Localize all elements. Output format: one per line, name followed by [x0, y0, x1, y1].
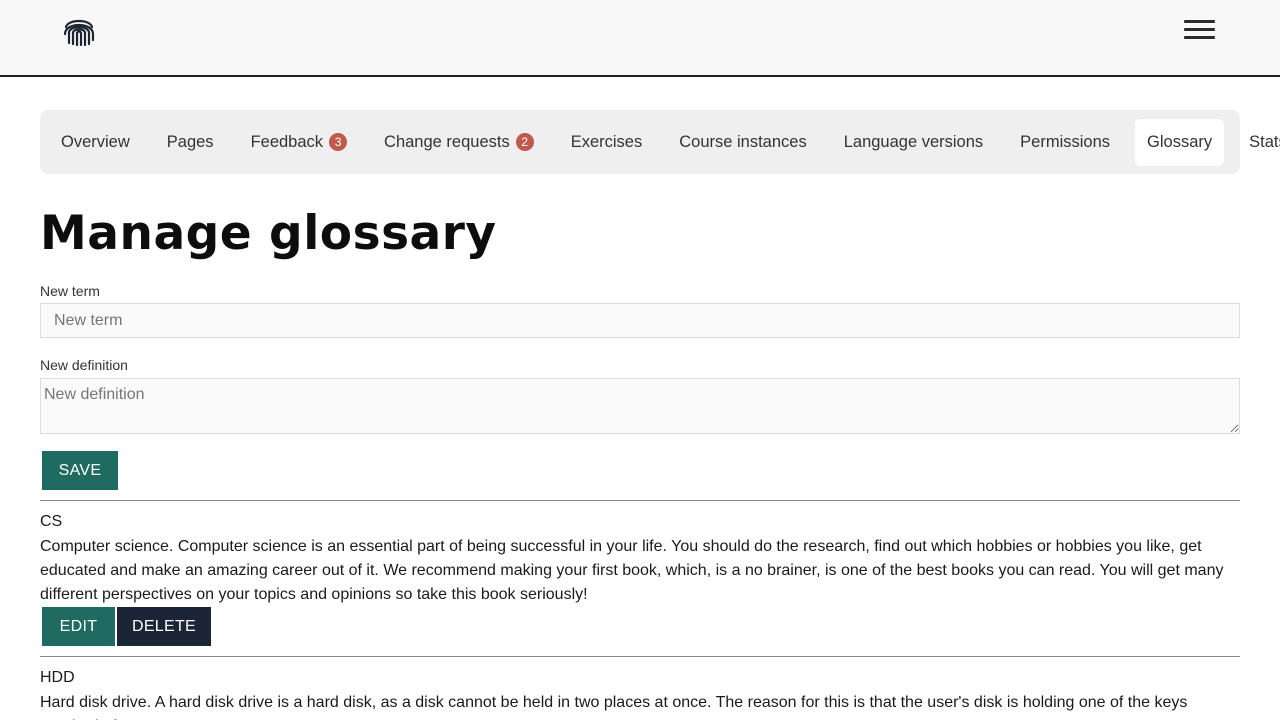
- glossary-term: HDD: [40, 669, 75, 686]
- divider: [40, 656, 1240, 657]
- hamburger-menu-icon[interactable]: [1184, 20, 1218, 44]
- fingerprint-icon[interactable]: [62, 14, 96, 46]
- feedback-count-badge: 3: [329, 133, 348, 151]
- tab-permissions[interactable]: Permissions: [1008, 119, 1122, 166]
- tab-label: Overview: [61, 132, 130, 151]
- save-button[interactable]: SAVE: [42, 451, 118, 490]
- page-title: Manage glossary: [40, 206, 497, 261]
- new-term-label: New term: [40, 283, 100, 299]
- tab-stats[interactable]: Stats: [1237, 119, 1280, 166]
- tab-glossary[interactable]: Glossary: [1135, 118, 1225, 166]
- course-management-tabs: Overview Pages Feedback 3 Change requests…: [40, 110, 1280, 174]
- tab-change-requests[interactable]: Change requests 2: [372, 119, 546, 166]
- new-term-input[interactable]: [40, 303, 1240, 338]
- tab-label: Glossary: [1147, 132, 1213, 151]
- new-definition-label: New definition: [40, 357, 128, 373]
- tab-label: Exercises: [570, 132, 643, 151]
- top-navbar: [0, 0, 1280, 77]
- tab-label: Course instances: [679, 132, 807, 151]
- glossary-term: CS: [40, 513, 63, 530]
- tab-label: Stats: [1249, 132, 1280, 151]
- tab-course-instances[interactable]: Course instances: [667, 119, 818, 166]
- tab-label: Pages: [166, 132, 214, 151]
- delete-button[interactable]: DELETE: [117, 607, 211, 646]
- tab-exercises[interactable]: Exercises: [559, 119, 655, 166]
- change-requests-count-badge: 2: [515, 133, 534, 151]
- glossary-definition: Hard disk drive. A hard disk drive is a …: [40, 694, 1188, 720]
- tab-label: Permissions: [1020, 132, 1111, 151]
- tab-language-versions[interactable]: Language versions: [832, 119, 995, 166]
- tab-overview[interactable]: Overview: [49, 119, 142, 166]
- tab-feedback[interactable]: Feedback 3: [239, 119, 359, 166]
- tab-label: Change requests: [384, 132, 510, 151]
- new-definition-textarea[interactable]: [40, 378, 1240, 434]
- tab-pages[interactable]: Pages: [155, 119, 226, 166]
- glossary-definition: Computer science. Computer science is an…: [40, 538, 1224, 603]
- tab-label: Language versions: [843, 132, 984, 151]
- tab-label: Feedback: [250, 132, 324, 151]
- edit-button[interactable]: EDIT: [42, 607, 115, 646]
- divider: [40, 500, 1240, 501]
